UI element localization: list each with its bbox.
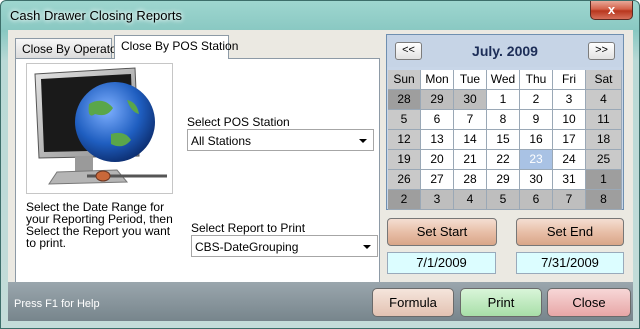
- calendar-day[interactable]: 10: [553, 110, 586, 130]
- calendar-day[interactable]: 3: [421, 190, 454, 210]
- calendar-weekday-tue: Tue: [454, 70, 487, 90]
- calendar-day[interactable]: 28: [454, 170, 487, 190]
- window-title: Cash Drawer Closing Reports: [10, 8, 182, 23]
- calendar-day[interactable]: 11: [586, 110, 622, 130]
- calendar-day[interactable]: 2: [388, 190, 421, 210]
- calendar-day[interactable]: 30: [520, 170, 553, 190]
- set-start-button[interactable]: Set Start: [387, 218, 497, 246]
- window: Cash Drawer Closing Reports x Close By O…: [0, 0, 640, 329]
- calendar-day[interactable]: 3: [553, 90, 586, 110]
- report-label: Select Report to Print: [191, 221, 306, 235]
- calendar-day[interactable]: 7: [454, 110, 487, 130]
- calendar-day[interactable]: 16: [520, 130, 553, 150]
- calendar-next-button[interactable]: >>: [588, 42, 615, 60]
- calendar-weekday-sat: Sat: [586, 70, 622, 90]
- calendar-day[interactable]: 17: [553, 130, 586, 150]
- calendar-weekday-sun: Sun: [388, 70, 421, 90]
- calendar-day[interactable]: 7: [553, 190, 586, 210]
- calendar-day[interactable]: 14: [454, 130, 487, 150]
- calendar-day[interactable]: 24: [553, 150, 586, 170]
- title-bar: Cash Drawer Closing Reports x: [1, 1, 639, 31]
- end-date-field[interactable]: 7/31/2009: [516, 252, 624, 274]
- calendar-day[interactable]: 26: [388, 170, 421, 190]
- pos-station-value: All Stations: [191, 134, 252, 148]
- report-value: CBS-DateGrouping: [195, 240, 299, 254]
- calendar-day[interactable]: 1: [487, 90, 520, 110]
- dropdown-arrow-icon[interactable]: [360, 240, 374, 254]
- calendar-day[interactable]: 29: [421, 90, 454, 110]
- dropdown-arrow-icon[interactable]: [356, 134, 370, 148]
- calendar-weekday-thu: Thu: [520, 70, 553, 90]
- calendar-weekday-fri: Fri: [553, 70, 586, 90]
- calendar-week-row: 26 27 28 29 30 31 1: [388, 170, 622, 190]
- calendar-day[interactable]: 2: [520, 90, 553, 110]
- start-date-field[interactable]: 7/1/2009: [387, 252, 496, 274]
- window-close-button[interactable]: x: [590, 1, 633, 20]
- client-area: Close By Operator Close By POS Station S…: [8, 30, 633, 321]
- calendar-day[interactable]: 8: [586, 190, 622, 210]
- calendar-day[interactable]: 9: [520, 110, 553, 130]
- calendar-day[interactable]: 21: [454, 150, 487, 170]
- calendar-day[interactable]: 15: [487, 130, 520, 150]
- calendar-day[interactable]: 23: [520, 150, 553, 170]
- print-button[interactable]: Print: [460, 288, 542, 317]
- calendar-day[interactable]: 1: [586, 170, 622, 190]
- calendar-day[interactable]: 19: [388, 150, 421, 170]
- calendar-day[interactable]: 4: [586, 90, 622, 110]
- calendar-week-row: 12 13 14 15 16 17 18: [388, 130, 622, 150]
- calendar-day[interactable]: 28: [388, 90, 421, 110]
- calendar-weekday-wed: Wed: [487, 70, 520, 90]
- calendar-weekday-row: Sun Mon Tue Wed Thu Fri Sat: [388, 70, 622, 90]
- calendar-weekday-mon: Mon: [421, 70, 454, 90]
- report-select[interactable]: CBS-DateGrouping: [191, 235, 378, 257]
- calendar-week-row: 2345678: [388, 190, 622, 210]
- calendar-day[interactable]: 6: [520, 190, 553, 210]
- pos-station-select[interactable]: All Stations: [187, 129, 374, 151]
- calendar-week-row: 5 6 7 8 9 10 11: [388, 110, 622, 130]
- set-end-button[interactable]: Set End: [516, 218, 624, 246]
- tab-close-by-pos-station[interactable]: Close By POS Station: [114, 35, 238, 59]
- close-button[interactable]: Close: [547, 288, 631, 317]
- calendar-day[interactable]: 13: [421, 130, 454, 150]
- status-text: Press F1 for Help: [14, 298, 100, 310]
- calendar-day[interactable]: 4: [454, 190, 487, 210]
- calendar-day[interactable]: 5: [487, 190, 520, 210]
- calendar-day[interactable]: 27: [421, 170, 454, 190]
- calendar: << July. 2009 >> Sun Mon Tue Wed Thu Fri Sat 28…: [386, 34, 624, 210]
- calendar-day[interactable]: 30: [454, 90, 487, 110]
- calendar-day[interactable]: 22: [487, 150, 520, 170]
- calendar-header: << July. 2009 >>: [387, 35, 623, 67]
- calendar-day[interactable]: 20: [421, 150, 454, 170]
- calendar-day[interactable]: 12: [388, 130, 421, 150]
- formula-button[interactable]: Formula: [372, 288, 454, 317]
- globe-network-icon: [26, 63, 173, 194]
- calendar-day[interactable]: 25: [586, 150, 622, 170]
- calendar-day[interactable]: 6: [421, 110, 454, 130]
- calendar-day[interactable]: 8: [487, 110, 520, 130]
- pos-station-label: Select POS Station: [187, 115, 290, 129]
- calendar-week-row: 19 20 21 22 23 24 25: [388, 150, 622, 170]
- calendar-day[interactable]: 5: [388, 110, 421, 130]
- tab-panel: Select POS Station All Stations Select R…: [15, 58, 380, 286]
- calendar-week-row: 28 29 30 1 2 3 4: [388, 90, 622, 110]
- calendar-day[interactable]: 29: [487, 170, 520, 190]
- calendar-grid: Sun Mon Tue Wed Thu Fri Sat 28 29 30 1 2 3 4 5 6 7 8 9 10 11…: [388, 70, 622, 210]
- help-text: Select the Date Range for your Reporting…: [26, 200, 173, 250]
- calendar-day[interactable]: 18: [586, 130, 622, 150]
- calendar-day[interactable]: 31: [553, 170, 586, 190]
- tab-close-by-operator[interactable]: Close By Operator: [15, 38, 121, 58]
